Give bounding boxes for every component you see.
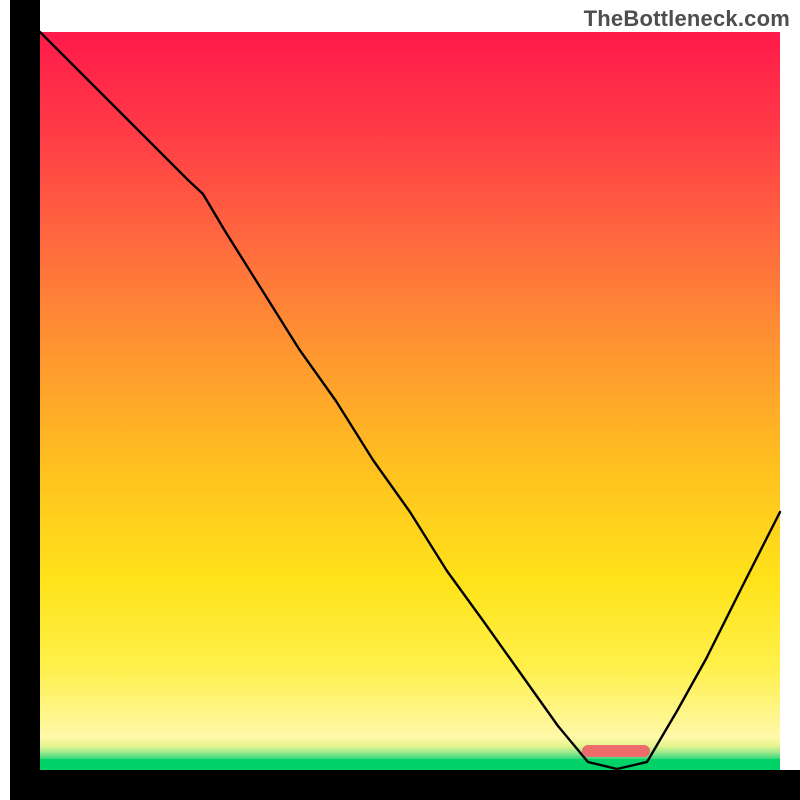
heatmap-green-band bbox=[40, 759, 780, 770]
x-axis bbox=[10, 770, 800, 800]
optimal-marker bbox=[582, 745, 650, 757]
chart-svg bbox=[0, 0, 800, 800]
bottleneck-chart: TheBottleneck.com bbox=[0, 0, 800, 800]
heatmap-background bbox=[40, 32, 780, 737]
heatmap-transition-strip bbox=[40, 737, 780, 759]
y-axis bbox=[10, 0, 40, 800]
watermark-text: TheBottleneck.com bbox=[584, 6, 790, 32]
